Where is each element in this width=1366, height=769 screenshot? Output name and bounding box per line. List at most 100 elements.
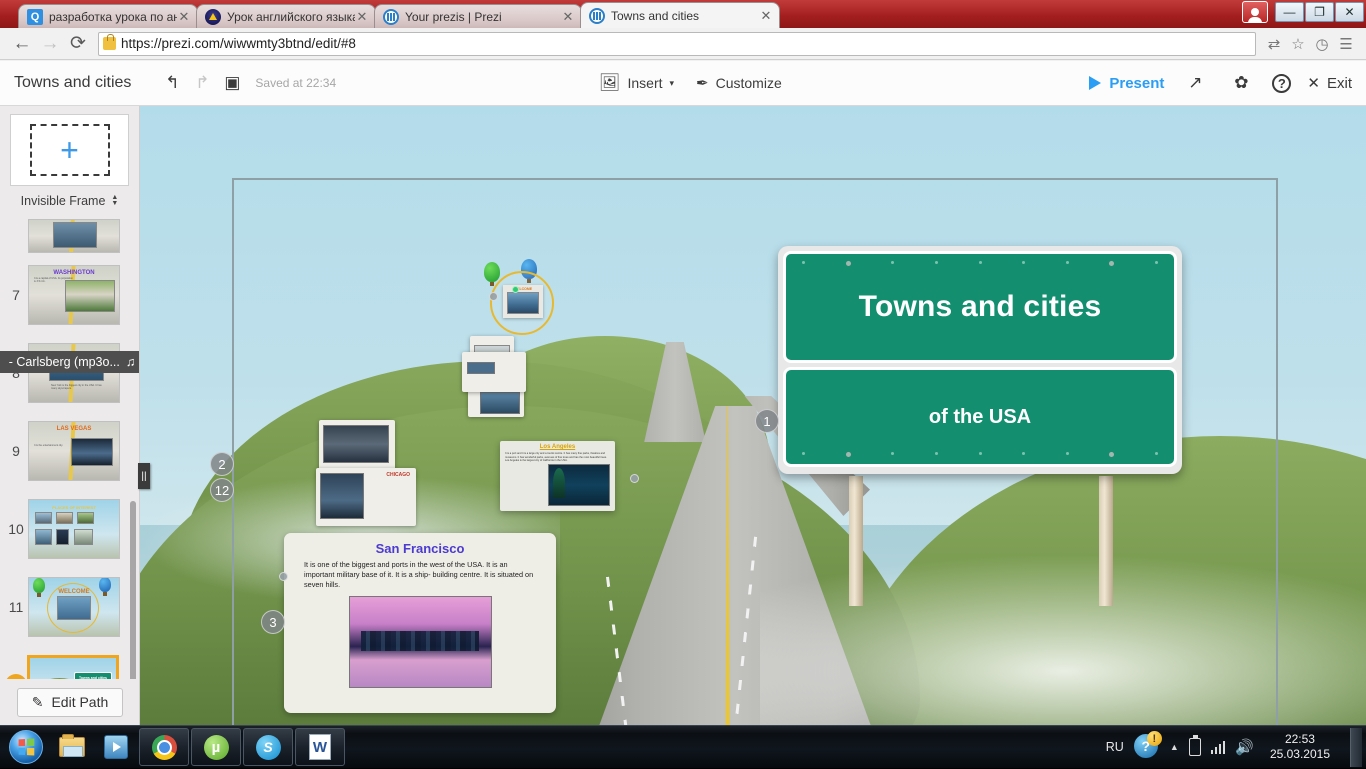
browser-window: Q разработка урока по анг ✕ Урок английс… [0, 0, 1366, 725]
mini-card-newyork[interactable] [319, 420, 395, 470]
path-marker-12[interactable]: 12 [210, 478, 234, 502]
slide-thumbnail-10[interactable]: 10 PLACES OF INTEREST [0, 490, 139, 568]
volume-icon[interactable]: 🔊 [1235, 738, 1254, 756]
sign-panel-top: Towns and cities [783, 251, 1177, 363]
path-dot-small[interactable] [489, 292, 498, 301]
present-button[interactable]: Present [1089, 75, 1164, 92]
save-icon[interactable]: ▣ [217, 68, 247, 98]
welcome-card[interactable]: WELCOME [503, 285, 543, 318]
close-button[interactable]: ✕ [1335, 2, 1364, 22]
sign-panel-bottom: of the USA [783, 367, 1177, 467]
share-icon[interactable]: ↗ [1180, 68, 1210, 98]
thumb-image: LAS VEGAS It is the entertainment city. [28, 421, 120, 481]
slide-number: 11 [8, 599, 24, 615]
media-player-icon[interactable] [94, 728, 138, 766]
slide-thumbnail-12-selected[interactable]: 12 Towns and cities [0, 646, 139, 679]
path-dot-small[interactable] [279, 572, 288, 581]
security-warning-icon [103, 34, 116, 50]
prezi-editor: Towns and cities ↰ ↱ ▣ Saved at 22:34 🖼 … [0, 61, 1366, 725]
redo-icon[interactable]: ↱ [187, 68, 217, 98]
translate-icon[interactable]: ⇄ [1262, 32, 1286, 56]
path-dot-small[interactable] [630, 474, 639, 483]
tab-title: Your prezis | Prezi [405, 9, 502, 24]
tab-close-icon[interactable]: ✕ [177, 10, 191, 24]
sidebar-collapse-handle[interactable]: || [138, 463, 150, 489]
network-signal-icon[interactable] [1210, 740, 1226, 754]
mini-card-chicago[interactable]: CHICAGO [316, 468, 416, 526]
browser-tab-4-active[interactable]: Towns and cities ✕ [580, 2, 780, 28]
menu-icon[interactable]: ☰ [1334, 32, 1358, 56]
add-frame-button[interactable]: + [10, 114, 129, 186]
frame-type-selector[interactable]: Invisible Frame ▲ ▼ [0, 194, 139, 208]
slide-thumbnail-9[interactable]: 9 LAS VEGAS It is the entertainment city… [0, 412, 139, 490]
insert-button[interactable]: 🖼 Insert ▾ [599, 73, 674, 93]
path-marker-2[interactable]: 2 [210, 452, 234, 476]
browser-tab-2[interactable]: Урок английского языка ✕ [196, 4, 376, 28]
play-icon [1089, 76, 1102, 90]
battery-icon[interactable] [1188, 735, 1201, 756]
gear-icon[interactable]: ✿ [1226, 68, 1256, 98]
edit-path-area: ✎ Edit Path [0, 679, 139, 725]
path-marker-3[interactable]: 3 [261, 610, 285, 634]
exit-button[interactable]: ✕ Exit [1307, 74, 1352, 93]
path-dot-start[interactable] [512, 286, 519, 293]
sign-post-right [1099, 476, 1113, 606]
browser-tab-1[interactable]: Q разработка урока по анг ✕ [18, 4, 198, 28]
help-icon[interactable]: ? [1272, 73, 1292, 93]
language-indicator[interactable]: RU [1106, 740, 1124, 754]
history-clock-icon[interactable]: ◷ [1310, 32, 1334, 56]
prezi-canvas[interactable]: WELCOME CHICAGO Los Angeles It is a port… [140, 106, 1366, 725]
minimize-button[interactable]: — [1275, 2, 1304, 22]
road-sign-group[interactable]: Towns and cities of the USA [774, 246, 1194, 606]
tab-close-icon[interactable]: ✕ [759, 9, 773, 23]
road-sign-board[interactable]: Towns and cities of the USA [778, 246, 1182, 474]
thumb-image: PLACES OF INTEREST [28, 499, 120, 559]
mini-card-places[interactable] [462, 352, 526, 392]
address-bar[interactable]: https://prezi.com/wiwwmty3btnd/edit/#8 [98, 31, 1256, 56]
edit-path-button[interactable]: ✎ Edit Path [16, 687, 124, 717]
slide-thumbnail-partial[interactable] [0, 216, 139, 256]
taskbar-word-icon[interactable] [295, 728, 345, 766]
tab-close-icon[interactable]: ✕ [561, 10, 575, 24]
undo-icon[interactable]: ↰ [157, 68, 187, 98]
show-desktop-button[interactable] [1350, 727, 1362, 767]
maximize-button[interactable]: ❐ [1305, 2, 1334, 22]
card-body: It is a port and it is a large city and … [505, 452, 607, 463]
taskbar-chrome-icon[interactable] [139, 728, 189, 766]
bookmark-star-icon[interactable]: ☆ [1286, 32, 1310, 56]
slide-thumbnail-list[interactable]: 7 WASHINGTON It is a capital of USA. Its… [0, 216, 139, 679]
slide-thumbnail-8[interactable]: 8 NEW YORK New York is the biggest city … [0, 334, 139, 412]
tab-close-icon[interactable]: ✕ [355, 10, 369, 24]
action-center-icon[interactable]: ? ! [1133, 731, 1162, 760]
omnibox-bar: ← → ⟳ https://prezi.com/wiwwmty3btnd/edi… [0, 28, 1366, 60]
taskbar-skype-icon[interactable]: S [243, 728, 293, 766]
sign-post-left [849, 476, 863, 606]
window-controls: — ❐ ✕ [1242, 1, 1364, 23]
user-profile-icon[interactable] [1242, 1, 1268, 23]
start-button[interactable] [2, 728, 50, 766]
thumb-title: LAS VEGAS [56, 426, 92, 432]
forward-button[interactable]: → [36, 30, 64, 58]
reload-button[interactable]: ⟳ [64, 30, 92, 58]
brush-icon: ✒ [696, 75, 709, 92]
thumb-title: PLACES OF INTEREST [52, 505, 96, 510]
tray-expand-icon[interactable]: ▲ [1170, 742, 1179, 752]
clock-date: 25.03.2015 [1269, 747, 1330, 761]
music-note-icon: ♫ [125, 355, 136, 369]
toolbar-right-group: Present ↗ ✿ ? ✕ Exit [1089, 68, 1352, 98]
card-san-francisco[interactable]: San Francisco It is one of the biggest a… [284, 533, 556, 713]
path-marker-1[interactable]: 1 [755, 409, 779, 433]
sidebar-scrollbar-thumb[interactable] [130, 501, 136, 701]
tab-title: Урок английского языка [227, 9, 355, 24]
explorer-icon[interactable] [50, 728, 94, 766]
browser-tab-3[interactable]: Your prezis | Prezi ✕ [374, 4, 582, 28]
taskbar-utorrent-icon[interactable]: µ [191, 728, 241, 766]
slide-thumbnail-7[interactable]: 7 WASHINGTON It is a capital of USA. Its… [0, 256, 139, 334]
slide-thumbnail-11[interactable]: 11 WELCOME [0, 568, 139, 646]
back-button[interactable]: ← [8, 30, 36, 58]
sign-subtitle: of the USA [928, 405, 1032, 428]
edit-path-label: Edit Path [51, 694, 109, 710]
clock[interactable]: 22:53 25.03.2015 [1264, 732, 1336, 762]
customize-button[interactable]: ✒ Customize [696, 74, 782, 92]
card-los-angeles[interactable]: Los Angeles It is a port and it is a lar… [500, 441, 615, 511]
